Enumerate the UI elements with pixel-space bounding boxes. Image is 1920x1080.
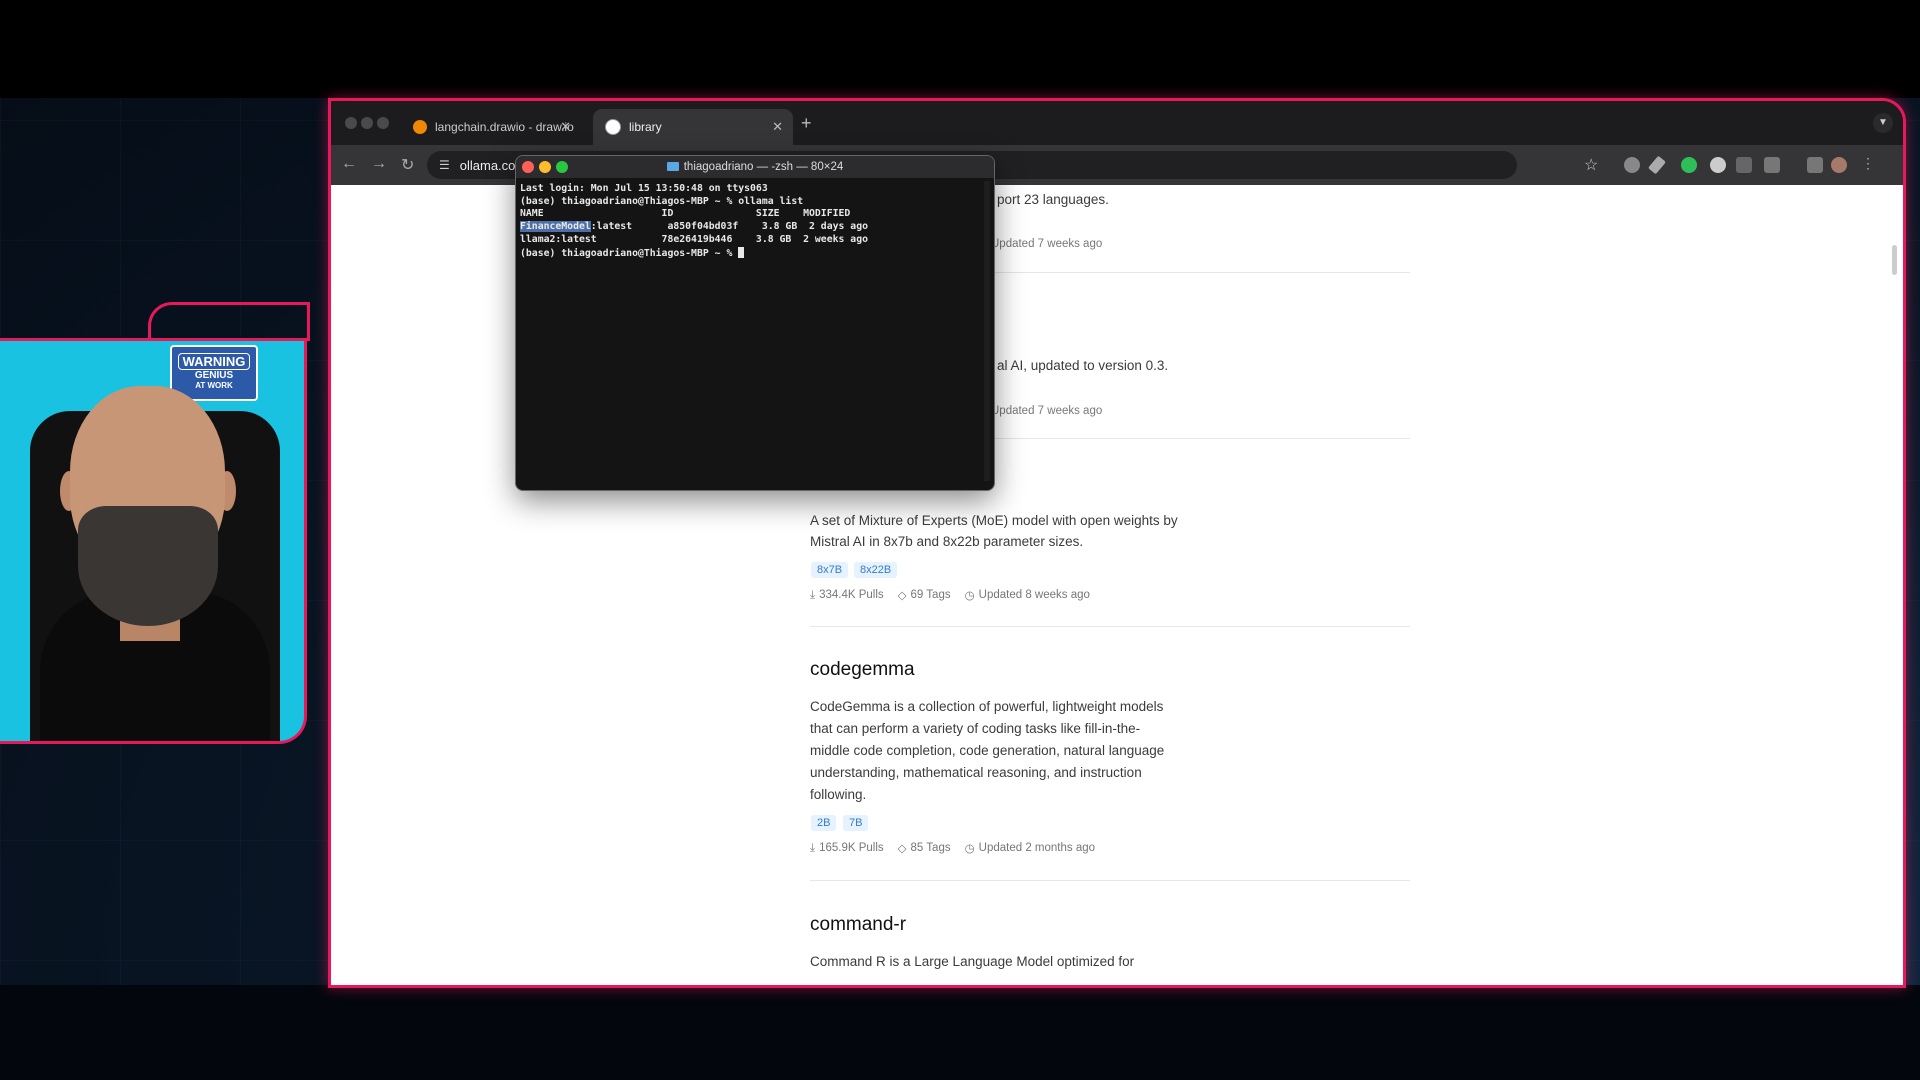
back-arrow-icon[interactable]: ← xyxy=(341,155,357,173)
model-title-command-r[interactable]: command-r xyxy=(810,914,906,936)
terminal-line: Last login: Mon Jul 15 13:50:48 on ttys0… xyxy=(520,183,768,194)
page-scrollbar[interactable] xyxy=(1892,245,1897,275)
partial-updated: Updated 7 weeks ago xyxy=(991,238,1103,250)
extension-icon[interactable] xyxy=(1624,157,1640,173)
drawio-favicon-icon xyxy=(413,120,427,134)
selected-text: FinanceModel xyxy=(520,221,591,233)
tab-library[interactable]: library ✕ xyxy=(593,109,793,145)
model-description-line: understanding, mathematical reasoning, a… xyxy=(810,765,1142,780)
grammar-extension-icon[interactable] xyxy=(1681,157,1697,173)
terminal-zoom-button[interactable] xyxy=(556,161,568,173)
model-meta: ⤓ 165.9K Pulls ◇ 85 Tags ◷ Updated 2 mon… xyxy=(810,841,1099,856)
model-description-line: CodeGemma is a collection of powerful, l… xyxy=(810,699,1164,714)
tab-drawio[interactable]: langchain.drawio - draw.io ✕ xyxy=(401,109,581,145)
tag-count: 69 Tags xyxy=(910,589,951,601)
bottom-letterbox xyxy=(0,985,1920,1080)
close-icon[interactable]: ✕ xyxy=(560,119,571,135)
tab-library-label: library xyxy=(629,120,662,134)
model-description-line: Mistral AI in 8x7b and 8x22b parameter s… xyxy=(810,534,1084,549)
terminal-minimize-button[interactable] xyxy=(539,161,551,173)
terminal-prompt-line: (base) thiagoadriano@Thiagos-MBP ~ % xyxy=(520,246,976,261)
tab-drawio-label: langchain.drawio - draw.io xyxy=(435,120,574,134)
webcam-frame-tab xyxy=(148,302,310,341)
terminal-line: llama2:latest 78e26419b446 3.8 GB 2 week… xyxy=(520,233,868,245)
pull-count: 165.9K Pulls xyxy=(819,842,884,854)
sign-text: AT WORK xyxy=(195,381,233,390)
reading-list-icon[interactable] xyxy=(1807,157,1823,173)
size-tag[interactable]: 7B xyxy=(843,815,869,831)
reload-icon[interactable]: ↻ xyxy=(401,155,414,175)
tag-count: 85 Tags xyxy=(910,842,951,854)
clock-icon: ◷ xyxy=(964,843,975,855)
terminal-title: thiagoadriano — -zsh — 80×24 xyxy=(683,161,844,173)
divider xyxy=(810,880,1410,881)
top-letterbox xyxy=(0,0,1920,98)
ollama-favicon-icon xyxy=(605,119,621,135)
kebab-menu-icon[interactable]: ⋮ xyxy=(1861,155,1875,172)
tab-bar: langchain.drawio - draw.io ✕ library ✕ +… xyxy=(331,101,1903,145)
site-settings-icon[interactable]: ☰ xyxy=(439,158,450,172)
folder-icon xyxy=(666,162,679,171)
presenter-beard xyxy=(78,506,218,626)
chevron-down-icon[interactable]: ▼ xyxy=(1873,113,1893,133)
bookmark-star-icon[interactable]: ☆ xyxy=(1584,155,1598,175)
pull-count: 334.4K Pulls xyxy=(819,589,884,601)
terminal-line: (base) thiagoadriano@Thiagos-MBP ~ % oll… xyxy=(520,195,804,207)
terminal-line: NAME ID SIZE MODIFIED xyxy=(520,208,851,220)
profile-avatar-icon[interactable] xyxy=(1831,157,1847,173)
terminal-line: FinanceModel:latest a850f04bd03f 3.8 GB … xyxy=(520,221,976,234)
pen-extension-icon[interactable] xyxy=(1648,155,1666,175)
webcam-overlay: WARNING GENIUS AT WORK xyxy=(0,338,307,744)
model-meta: ⤓ 334.4K Pulls ◇ 69 Tags ◷ Updated 8 wee… xyxy=(810,588,1094,603)
updated-text: Updated 2 months ago xyxy=(978,842,1096,854)
updated-text: Updated 8 weeks ago xyxy=(978,589,1090,601)
close-icon[interactable]: ✕ xyxy=(772,119,783,135)
model-description-line: that can perform a variety of coding tas… xyxy=(810,721,1141,736)
window-minimize-dot[interactable] xyxy=(361,117,373,129)
model-description-line: following. xyxy=(810,787,867,802)
partial-description: al AI, updated to version 0.3. xyxy=(997,358,1169,373)
download-icon: ⤓ xyxy=(810,841,816,854)
size-tag[interactable]: 8x22B xyxy=(854,562,898,578)
terminal-line-rest: :latest a850f04bd03f 3.8 GB 2 days ago xyxy=(590,221,868,233)
sign-warning-text: WARNING xyxy=(178,353,250,370)
terminal-prompt: (base) thiagoadriano@Thiagos-MBP ~ % xyxy=(520,247,739,259)
extension-icon[interactable] xyxy=(1736,157,1752,173)
size-tag[interactable]: 2B xyxy=(811,815,837,831)
puzzle-extensions-icon[interactable] xyxy=(1764,157,1780,173)
text-cursor xyxy=(738,246,745,258)
forward-arrow-icon[interactable]: → xyxy=(371,155,387,173)
tag-icon: ◇ xyxy=(897,843,907,855)
size-tag[interactable]: 8x7B xyxy=(811,562,849,578)
terminal-output[interactable]: Last login: Mon Jul 15 13:50:48 on ttys0… xyxy=(520,183,976,260)
terminal-window[interactable]: thiagoadriano — -zsh — 80×24 Last login:… xyxy=(515,155,995,491)
sign-text: GENIUS xyxy=(194,370,234,381)
extension-icon[interactable] xyxy=(1710,157,1726,173)
model-description-line: Command R is a Large Language Model opti… xyxy=(810,954,1135,969)
terminal-titlebar[interactable]: thiagoadriano — -zsh — 80×24 xyxy=(516,156,994,178)
window-zoom-dot[interactable] xyxy=(377,117,389,129)
clock-icon: ◷ xyxy=(964,590,975,602)
model-description-line: middle code completion, code generation,… xyxy=(810,743,1165,758)
partial-description: port 23 languages. xyxy=(997,192,1109,207)
partial-updated: Updated 7 weeks ago xyxy=(991,405,1103,417)
tag-icon: ◇ xyxy=(897,590,907,602)
divider xyxy=(810,626,1410,627)
terminal-scrollbar[interactable] xyxy=(984,181,990,481)
model-title-codegemma[interactable]: codegemma xyxy=(810,659,915,681)
window-close-dot[interactable] xyxy=(345,117,357,129)
model-description-line: A set of Mixture of Experts (MoE) model … xyxy=(810,513,1178,528)
terminal-close-button[interactable] xyxy=(522,161,534,173)
new-tab-icon[interactable]: + xyxy=(801,113,812,134)
download-icon: ⤓ xyxy=(810,588,816,601)
